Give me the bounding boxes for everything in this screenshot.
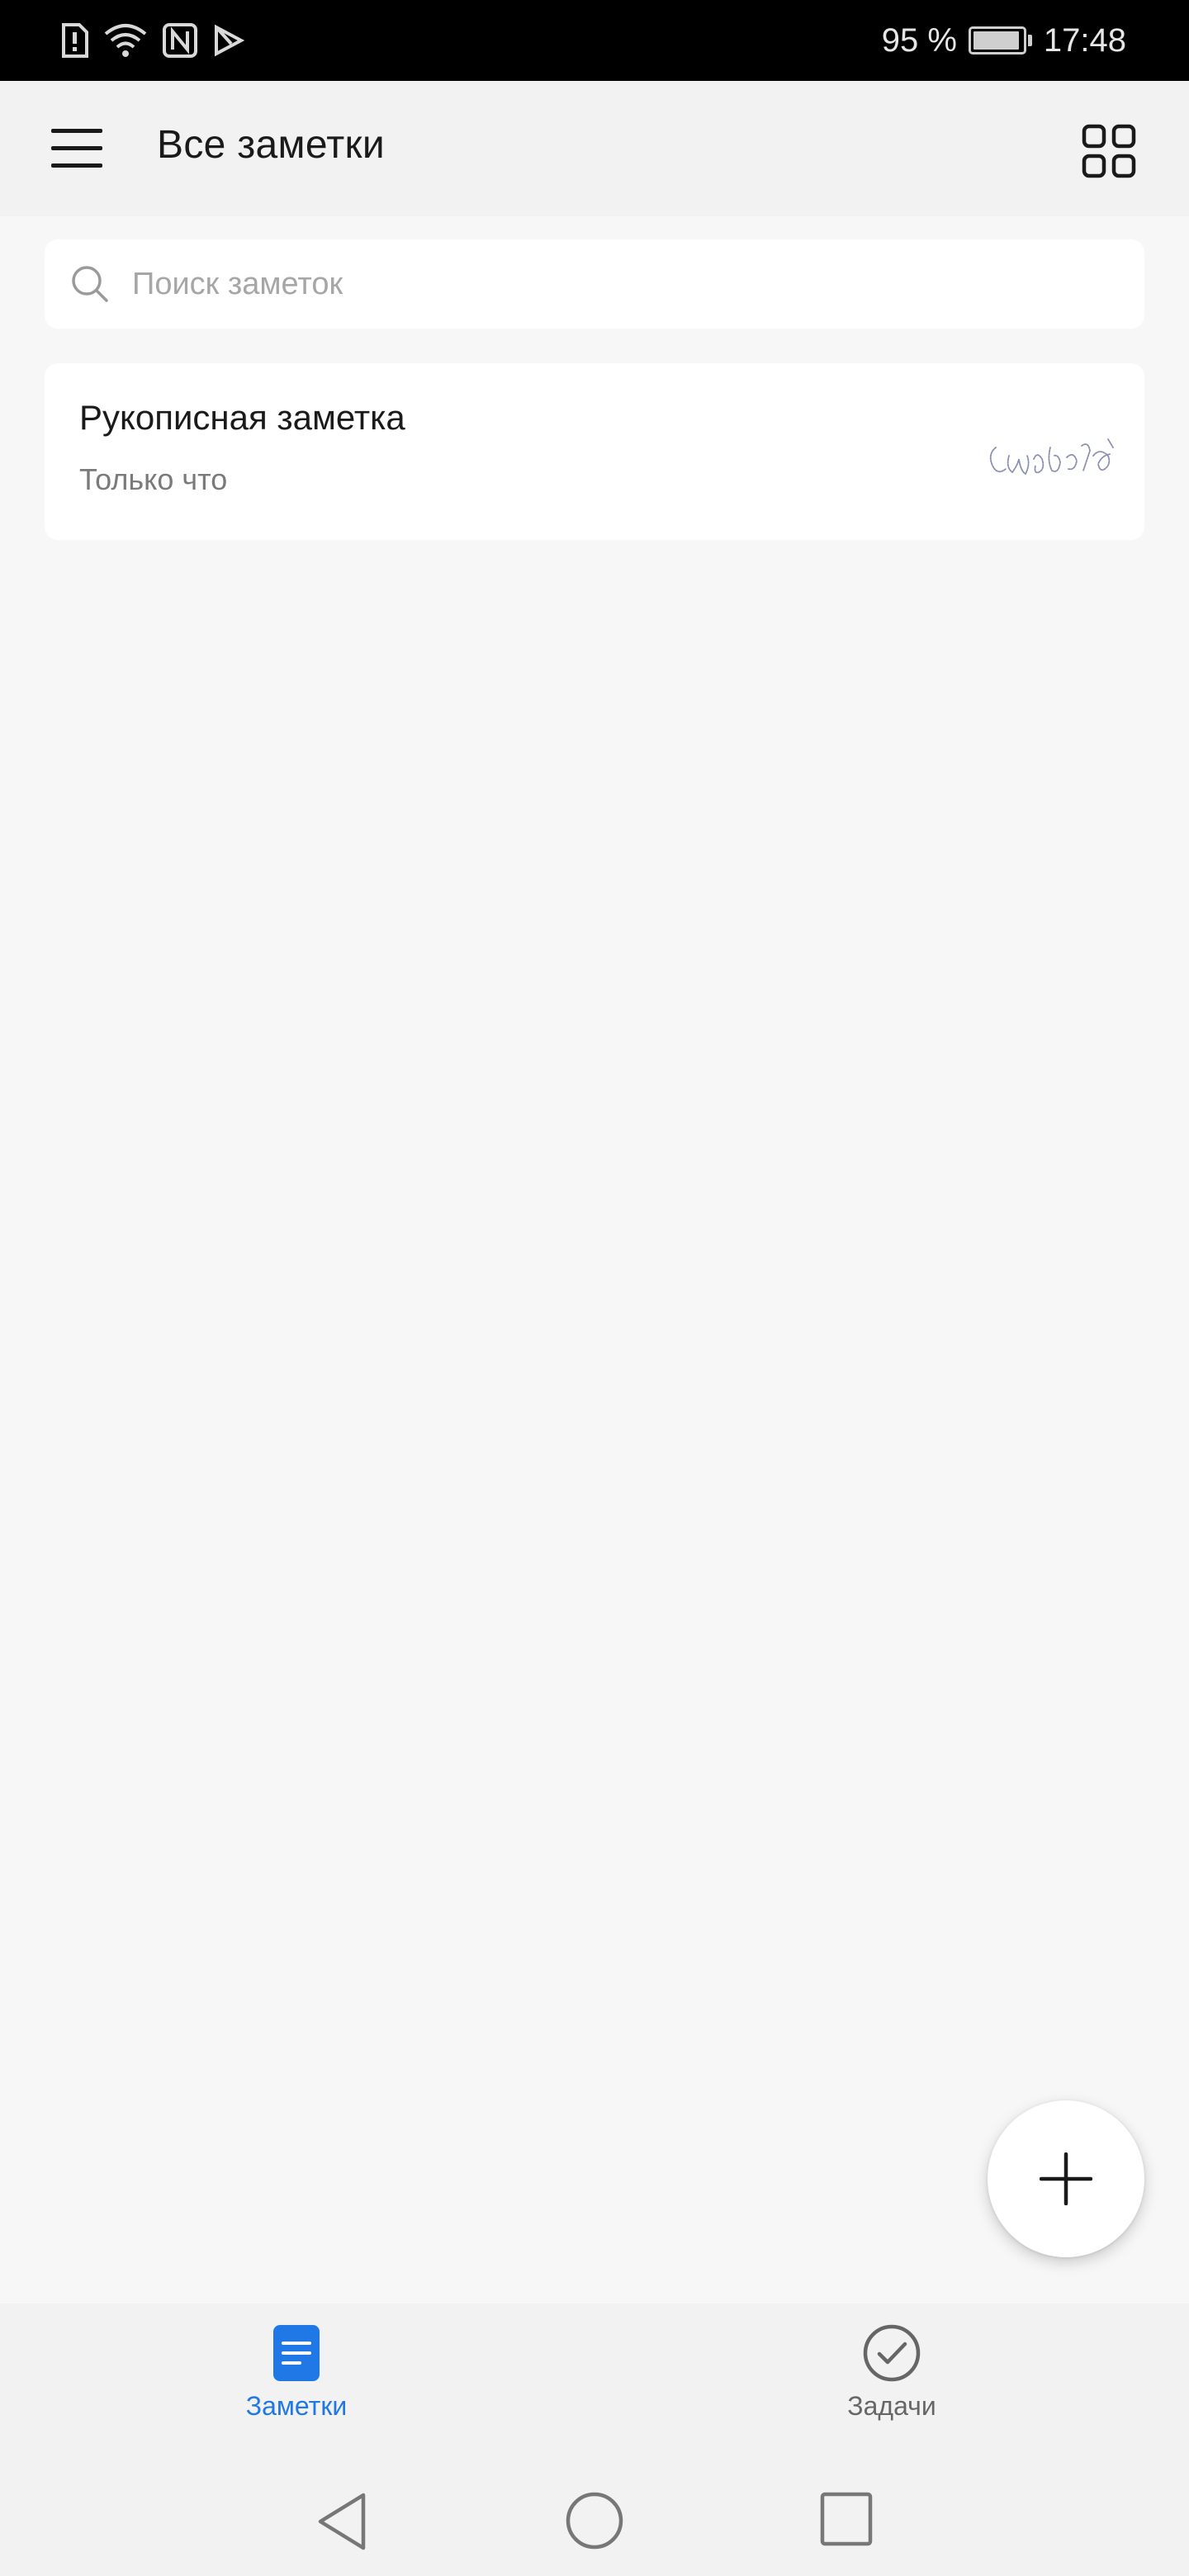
notes-icon <box>273 2325 320 2381</box>
nfc-icon <box>163 23 197 58</box>
tasks-check-icon <box>863 2324 921 2382</box>
clock: 17:48 <box>1043 21 1126 59</box>
search-bar[interactable] <box>45 239 1144 329</box>
tab-label: Задачи <box>847 2391 936 2421</box>
note-card[interactable]: Рукописная заметка Только что <box>45 363 1144 540</box>
plus-icon <box>1040 2152 1092 2205</box>
menu-icon[interactable] <box>51 127 104 170</box>
note-title: Рукописная заметка <box>79 398 405 437</box>
battery-percent: 95 % <box>881 21 957 59</box>
search-icon <box>72 266 108 302</box>
grid-view-icon[interactable] <box>1082 124 1136 178</box>
add-note-button[interactable] <box>988 2100 1144 2257</box>
status-icons <box>59 22 244 59</box>
system-navigation-bar <box>0 2469 1189 2576</box>
sim-alert-icon <box>62 23 88 58</box>
handwriting-preview <box>989 438 1114 476</box>
note-timestamp: Только что <box>79 462 228 496</box>
battery-fill <box>973 31 1019 50</box>
search-input[interactable] <box>132 266 1106 302</box>
back-icon[interactable] <box>314 2490 370 2553</box>
app-bar: Все заметки <box>0 81 1189 216</box>
status-right: 95 % 17:48 <box>882 22 1126 59</box>
tab-notes[interactable]: Заметки <box>173 2323 420 2447</box>
battery-icon <box>968 26 1032 54</box>
recent-apps-icon[interactable] <box>819 2490 874 2548</box>
wifi-icon <box>104 24 147 57</box>
page-title: Все заметки <box>157 123 385 167</box>
tab-label: Заметки <box>245 2391 348 2421</box>
home-icon[interactable] <box>564 2490 625 2551</box>
play-store-icon <box>215 24 244 57</box>
status-bar: 95 % 17:48 <box>0 0 1189 81</box>
tab-tasks[interactable]: Задачи <box>768 2323 1016 2447</box>
bottom-navigation: Заметки Задачи <box>0 2304 1189 2469</box>
